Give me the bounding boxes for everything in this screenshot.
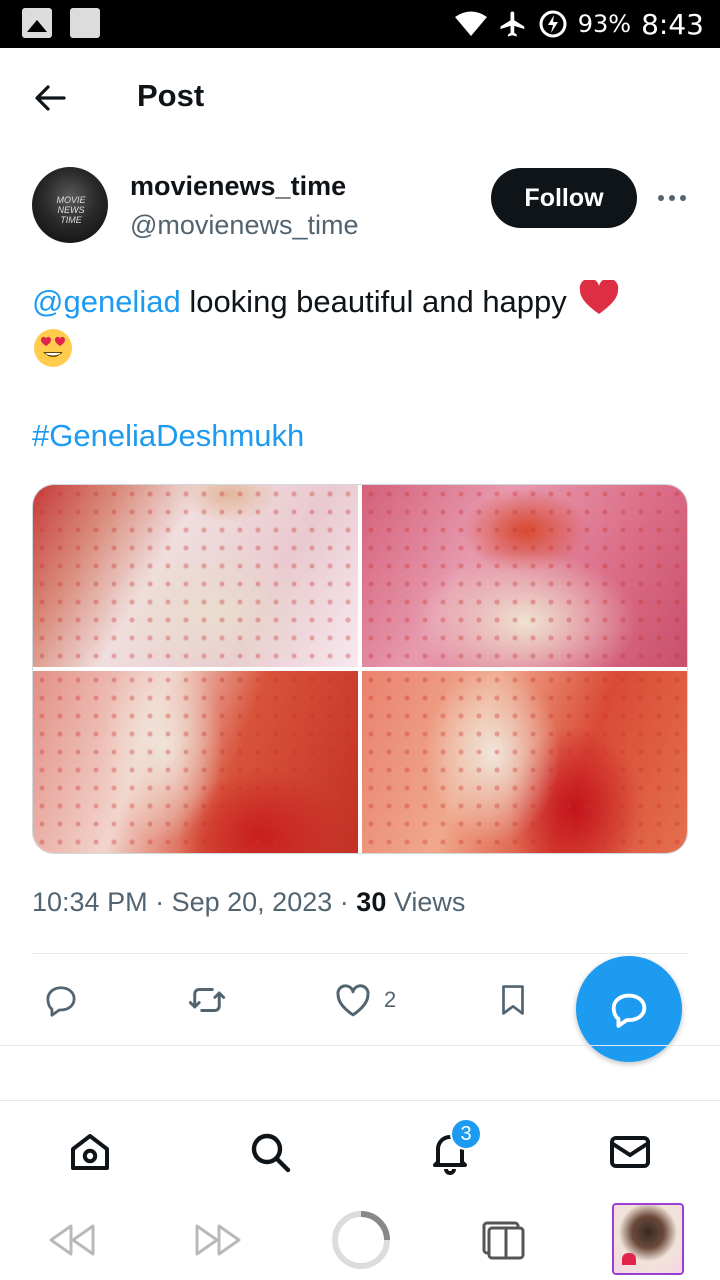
envelope-icon [610,1136,650,1168]
bookmark-button[interactable] [494,978,532,1022]
photo-4[interactable] [362,671,687,853]
views-count: 30 [356,887,387,917]
repost-icon [188,988,226,1012]
fast-forward-icon [195,1224,241,1256]
divider [32,953,688,954]
tweet-body: looking beautiful and happy [180,284,567,320]
repost-button[interactable] [185,978,229,1022]
reply-icon [46,986,76,1017]
reply-button[interactable] [40,978,82,1022]
tweet-meta: 10:34 PM · Sep 20, 2023 · 30 Views [32,887,465,918]
battery-saver-icon [539,10,567,38]
page-title: Post [137,78,205,113]
meta-separator: · [155,887,165,917]
divider [0,1045,720,1046]
rewind-button[interactable] [44,1210,100,1270]
heart-eyes-emoji-icon [32,327,74,374]
follow-button[interactable]: Follow [491,168,637,228]
gallery-notification-icon [22,8,52,38]
more-options-button[interactable] [652,182,692,214]
wifi-icon [454,11,487,36]
tabs-button[interactable] [478,1210,528,1270]
rewind-icon [49,1224,95,1256]
home-circle-button[interactable] [330,1210,392,1270]
loading-circle-icon [332,1211,390,1269]
media-grid [32,484,688,854]
airplane-mode-icon [500,11,525,37]
red-heart-emoji-icon [579,278,619,328]
home-icon [71,1134,109,1170]
post-time: 10:34 PM [32,887,148,917]
chat-bubble-icon [611,993,647,1028]
status-bar: 93% 8:43 [0,0,720,48]
hashtag-link[interactable]: #GeneliaDeshmukh [32,418,304,454]
views-label: Views [393,887,466,917]
clock: 8:43 [641,7,704,41]
photo-1[interactable] [33,485,358,667]
photo-3[interactable] [33,671,358,853]
bookmark-icon [502,985,524,1015]
back-button[interactable] [30,78,70,118]
more-dot-icon [680,195,686,201]
nav-search[interactable] [246,1128,294,1176]
divider [0,1100,720,1101]
battery-percentage: 93% [577,10,632,38]
nav-home[interactable] [66,1128,114,1176]
current-tab-thumbnail[interactable] [612,1203,684,1275]
tweet-text: @geneliad looking beautiful and happy [32,278,619,328]
notification-square-icon [70,8,100,38]
heart-sticker-icon [622,1253,636,1265]
heart-outline-icon [336,984,370,1017]
fast-forward-button[interactable] [190,1210,246,1270]
author-avatar[interactable]: MOVIE NEWS TIME [32,167,108,243]
photo-2[interactable] [362,485,687,667]
more-dot-icon [658,195,664,201]
avatar-text: MOVIE NEWS TIME [56,195,86,225]
more-dot-icon [669,195,675,201]
author-name[interactable]: movienews_time [130,171,346,202]
like-count: 2 [384,987,397,1012]
arrow-left-icon [35,85,66,111]
post-date: Sep 20, 2023 [171,887,333,917]
compose-reply-fab[interactable] [576,956,682,1062]
meta-separator: · [339,887,349,917]
nav-messages[interactable] [606,1128,654,1176]
mention-link[interactable]: @geneliad [32,284,181,319]
tabs-overview-icon [482,1221,525,1260]
notifications-badge: 3 [450,1118,482,1150]
top-app-bar: Post [0,48,720,146]
search-icon [251,1133,291,1173]
author-handle[interactable]: @movienews_time [130,210,359,241]
like-button[interactable]: 2 [332,978,396,1022]
